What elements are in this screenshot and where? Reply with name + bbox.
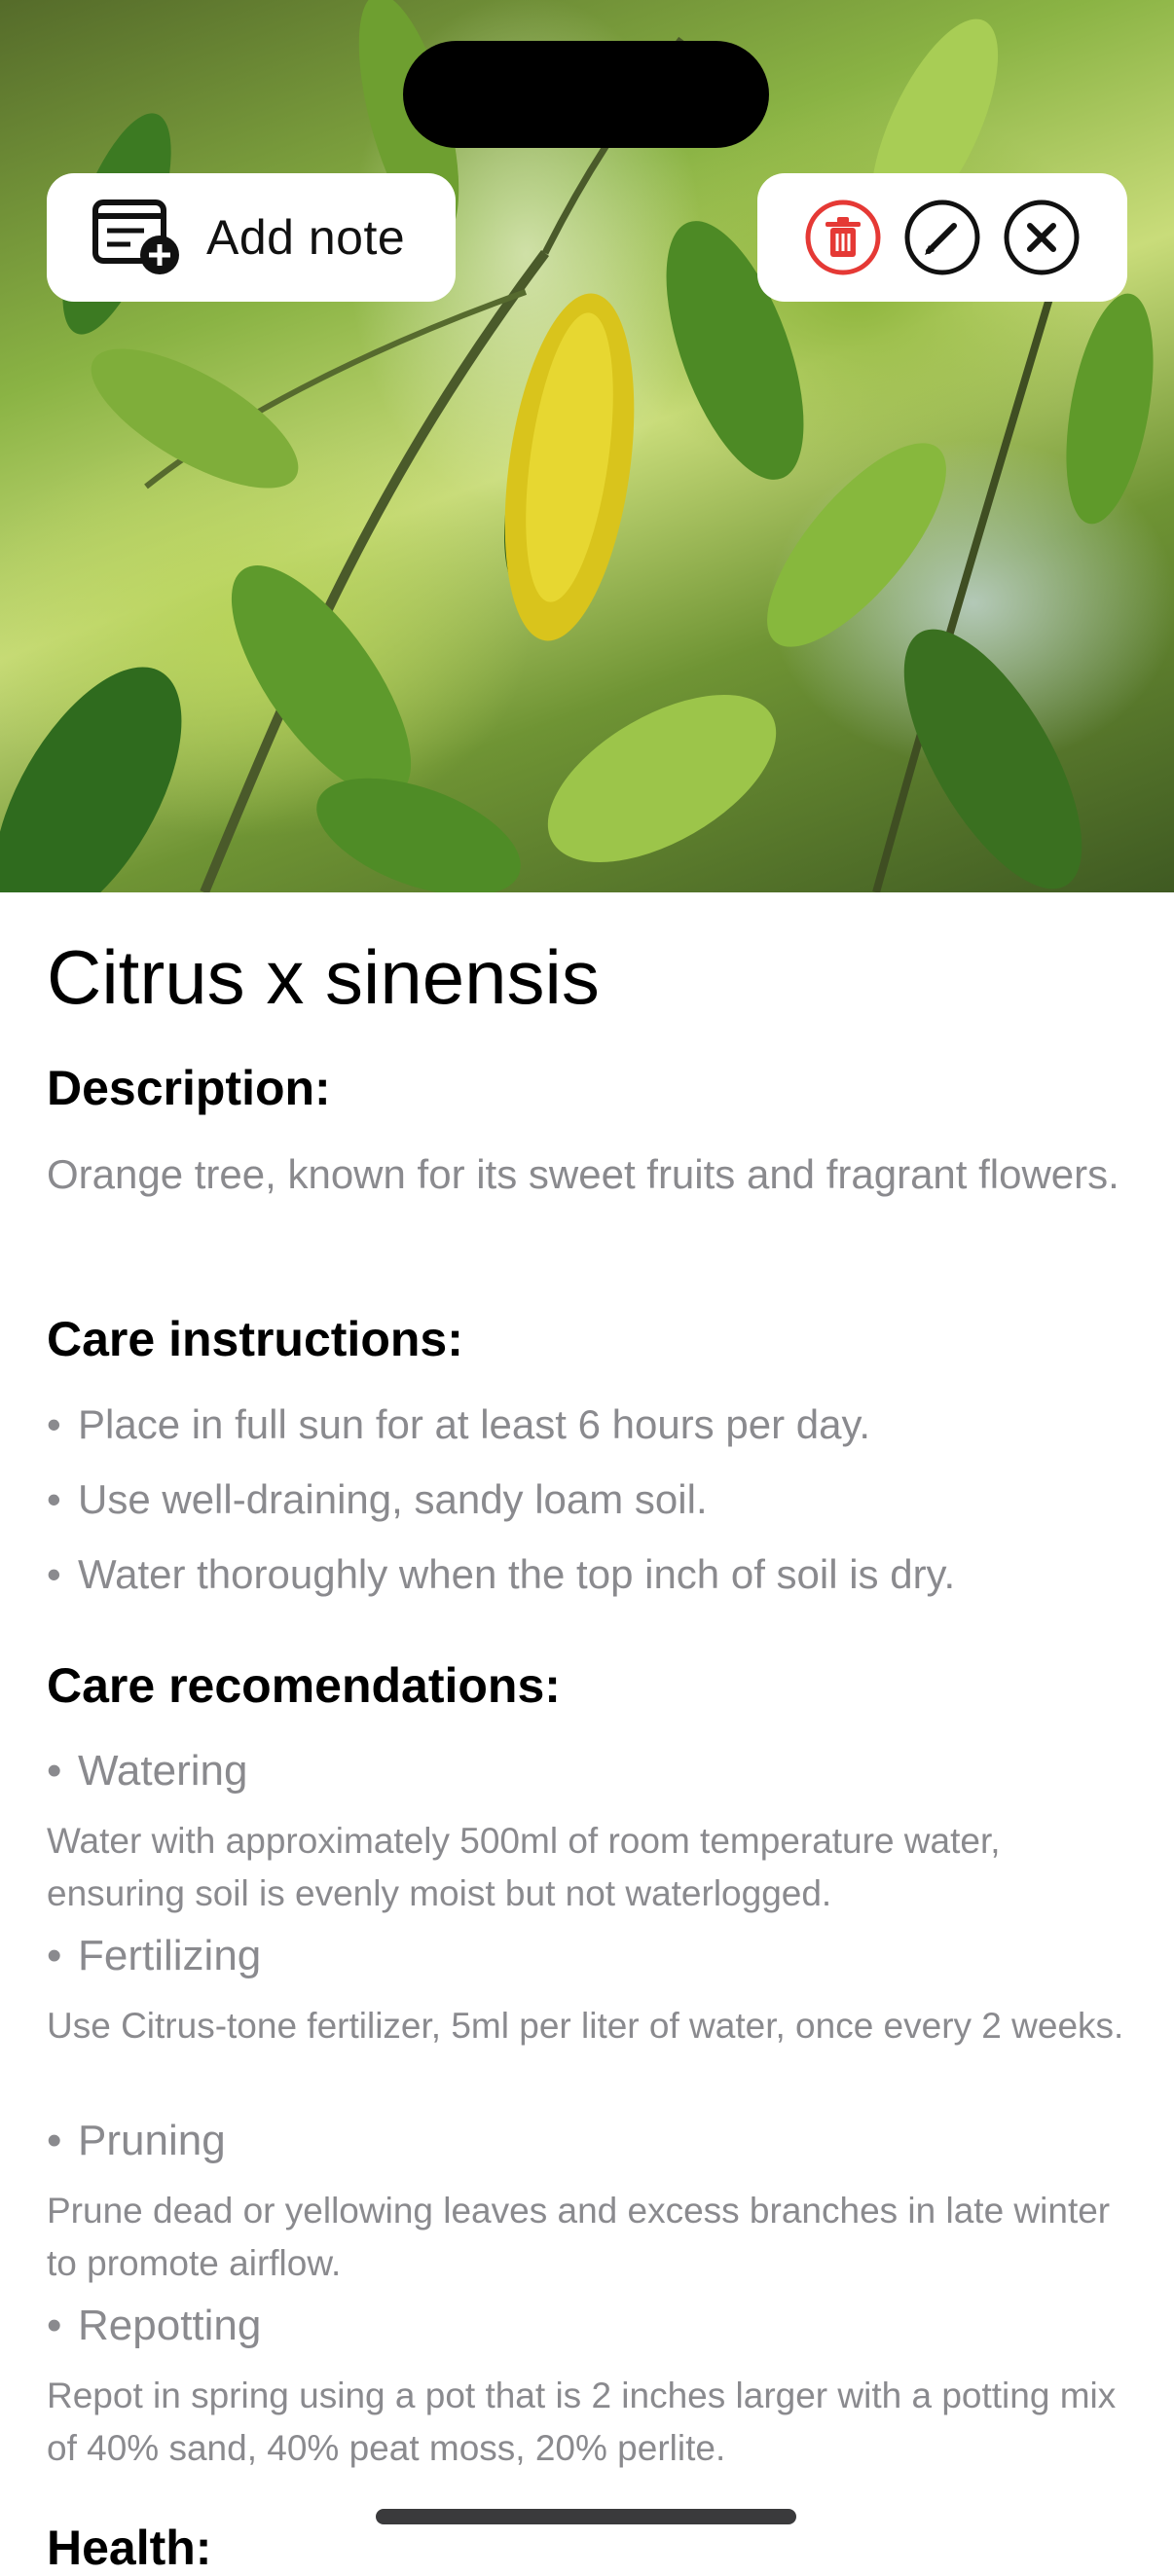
recommendation-text: Repot in spring using a pot that is 2 in… (47, 2376, 1117, 2468)
description-heading: Description: (47, 1061, 331, 1115)
home-indicator[interactable] (376, 2509, 796, 2524)
health-heading: Health: (47, 2521, 212, 2575)
recommendation-title: • Fertilizing (47, 1932, 262, 1979)
recommendation-text: Use Citrus-tone fertilizer, 5ml per lite… (47, 2006, 1124, 2046)
care-instruction-item: • Place in full sun for at least 6 hours … (47, 1401, 870, 1447)
recommendation-title: • Watering (47, 1747, 248, 1795)
recommendation-text: Water with approximately 500ml of room t… (47, 1821, 1001, 1913)
add-note-label: Add note (206, 210, 406, 265)
dynamic-island (403, 41, 769, 148)
pencil-icon[interactable] (903, 199, 981, 276)
add-note-icon (92, 200, 179, 274)
add-note-button[interactable]: Add note (47, 173, 456, 302)
description-text: Orange tree, known for its sweet fruits … (47, 1151, 1119, 1197)
plant-name: Citrus x sinensis (47, 934, 600, 1020)
care-recommendations-heading: Care recomendations: (47, 1658, 561, 1713)
care-instructions-heading: Care instructions: (47, 1312, 463, 1366)
recommendation-text: Prune dead or yellowing leaves and exces… (47, 2191, 1111, 2283)
recommendation-title: • Repotting (47, 2302, 262, 2349)
close-icon[interactable] (1003, 199, 1081, 276)
action-toolbar (757, 173, 1127, 302)
care-instruction-item: • Water thoroughly when the top inch of s… (47, 1551, 956, 1597)
care-instruction-item: • Use well-draining, sandy loam soil. (47, 1476, 708, 1522)
recommendation-title: • Pruning (47, 2117, 226, 2164)
trash-icon[interactable] (804, 199, 882, 276)
